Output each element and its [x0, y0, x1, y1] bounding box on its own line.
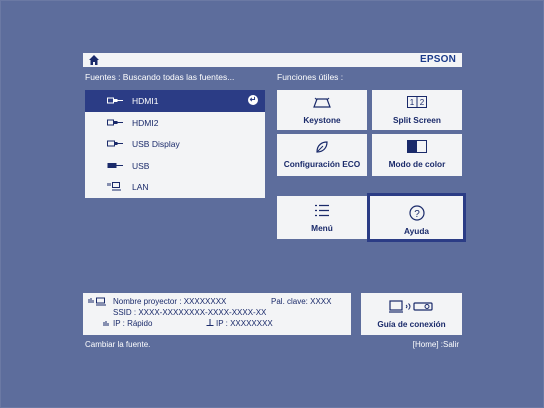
ssid: SSID : XXXX-XXXXXXXX-XXXX-XXXX-XX: [113, 308, 267, 317]
enter-icon: ↵: [248, 95, 258, 105]
color-mode-label: Modo de color: [388, 159, 446, 169]
split-screen-label: Split Screen: [393, 115, 441, 125]
svg-text:1: 1: [410, 98, 415, 107]
connection-guide-label: Guía de conexión: [377, 320, 446, 329]
top-bar: EPSON: [83, 53, 462, 67]
leaf-icon: [316, 141, 328, 153]
color-mode-button[interactable]: Modo de color: [372, 134, 462, 176]
connection-guide-icon: [389, 300, 433, 313]
split-screen-button[interactable]: 12 Split Screen: [372, 90, 462, 130]
help-button[interactable]: ? Ayuda: [367, 193, 466, 242]
wireless-lan-icon: [88, 297, 106, 306]
home-icon[interactable]: [88, 54, 100, 66]
brand-logo: EPSON: [419, 54, 456, 65]
wireless-ip: IP : Rápido: [113, 319, 153, 328]
footer-hint: Cambiar la fuente.: [85, 340, 151, 349]
source-item-usb-display[interactable]: USB Display: [85, 133, 265, 155]
svg-text:2: 2: [420, 98, 425, 107]
eco-settings-button[interactable]: Configuración ECO: [277, 134, 367, 176]
svg-text:?: ?: [414, 209, 420, 220]
source-item-label: LAN: [132, 182, 149, 193]
source-item-label: HDMI1: [132, 96, 159, 106]
eco-settings-label: Configuración ECO: [283, 159, 361, 169]
source-item-label: USB Display: [132, 139, 180, 150]
color-mode-icon: [407, 140, 427, 153]
projector-name: Nombre proyector : XXXXXXXX: [113, 297, 227, 306]
wireless-icon: [103, 321, 109, 326]
hdmi-icon: [107, 97, 123, 104]
functions-header: Funciones útiles :: [277, 72, 344, 82]
source-item-lan[interactable]: LAN: [85, 176, 265, 198]
usb-display-icon: [107, 140, 123, 147]
hdmi-icon: [107, 119, 123, 126]
source-item-hdmi2[interactable]: HDMI2: [85, 112, 265, 134]
footer-exit-hint: [Home] :Salir: [412, 340, 459, 349]
menu-icon: [315, 204, 329, 217]
menu-label: Menú: [311, 223, 333, 233]
source-item-usb[interactable]: USB: [85, 155, 265, 177]
wired-lan-icon: [206, 319, 214, 326]
home-screen: EPSON Fuentes : Buscando todas las fuent…: [0, 0, 544, 408]
usb-icon: [107, 162, 123, 168]
menu-button[interactable]: Menú: [277, 196, 367, 239]
connection-guide-button[interactable]: Guía de conexión: [361, 293, 462, 335]
source-list: HDMI1 ↵ HDMI2 USB Display USB LAN: [85, 90, 265, 198]
help-label: Ayuda: [403, 226, 430, 236]
network-info: Nombre proyector : XXXXXXXX Pal. clave: …: [83, 293, 351, 335]
source-item-label: HDMI2: [132, 117, 159, 128]
keystone-icon: [313, 97, 331, 108]
wired-ip: IP : XXXXXXXX: [216, 319, 273, 328]
keystone-label: Keystone: [303, 115, 341, 125]
help-icon: ?: [408, 205, 425, 221]
source-item-hdmi1[interactable]: HDMI1 ↵: [85, 90, 265, 112]
keystone-button[interactable]: Keystone: [277, 90, 367, 130]
sources-header: Fuentes : Buscando todas las fuentes...: [85, 72, 235, 82]
lan-icon: [107, 182, 121, 191]
passphrase: Pal. clave: XXXX: [271, 297, 332, 306]
source-item-label: USB: [132, 160, 150, 171]
split-screen-icon: 12: [407, 96, 427, 108]
